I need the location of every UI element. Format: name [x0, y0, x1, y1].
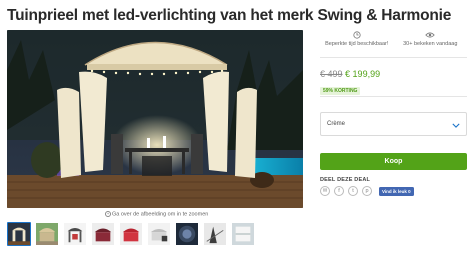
pricing: € 499 € 199,99 59% KORTING — [320, 69, 467, 97]
thumbnail-strip — [7, 222, 255, 246]
share-label: DEEL DEZE DEAL — [320, 177, 371, 183]
pinterest-icon[interactable]: p — [362, 186, 372, 196]
thumbnail-4[interactable] — [91, 222, 115, 246]
deal-stats: Beperkte tijd beschikbaar! 30+ bekeken v… — [320, 30, 467, 58]
availability-stat: Beperkte tijd beschikbaar! — [320, 30, 394, 53]
zoom-icon: + — [105, 211, 111, 217]
thumbnail-7[interactable] — [175, 222, 199, 246]
share-row: ✉ f t p Vind ik leuk 0 — [320, 186, 467, 196]
thumbnail-3[interactable] — [63, 222, 87, 246]
discount-badge: 59% KORTING — [320, 87, 361, 95]
views-text: 30+ bekeken vandaag — [403, 41, 458, 47]
availability-text: Beperkte tijd beschikbaar! — [325, 41, 389, 47]
variant-selected-value: Crème — [327, 121, 346, 127]
zoom-hint: + Ga over de afbeelding om in te zoomen — [105, 211, 209, 218]
buy-button[interactable]: Koop — [320, 153, 467, 170]
purchase-panel: Beperkte tijd beschikbaar! 30+ bekeken v… — [320, 30, 467, 196]
main-product-image[interactable] — [7, 30, 303, 208]
views-stat: 30+ bekeken vandaag — [394, 30, 468, 53]
email-icon[interactable]: ✉ — [320, 186, 330, 196]
old-price: € 499 — [320, 69, 343, 79]
thumbnail-9[interactable] — [231, 222, 255, 246]
thumbnail-5[interactable] — [119, 222, 143, 246]
new-price: € 199,99 — [345, 69, 381, 79]
product-title: Tuinprieel met led-verlichting van het m… — [7, 7, 452, 24]
eye-icon — [425, 30, 436, 40]
thumbnail-8[interactable] — [203, 222, 227, 246]
chevron-down-icon — [452, 115, 460, 133]
facebook-like-button[interactable]: Vind ik leuk 0 — [379, 186, 414, 196]
thumbnail-1[interactable] — [7, 222, 31, 246]
thumbnail-6[interactable] — [147, 222, 171, 246]
twitter-icon[interactable]: t — [348, 186, 358, 196]
thumbnail-2[interactable] — [35, 222, 59, 246]
clock-icon — [353, 30, 361, 40]
variant-select[interactable]: Crème — [320, 112, 467, 136]
facebook-icon[interactable]: f — [334, 186, 344, 196]
